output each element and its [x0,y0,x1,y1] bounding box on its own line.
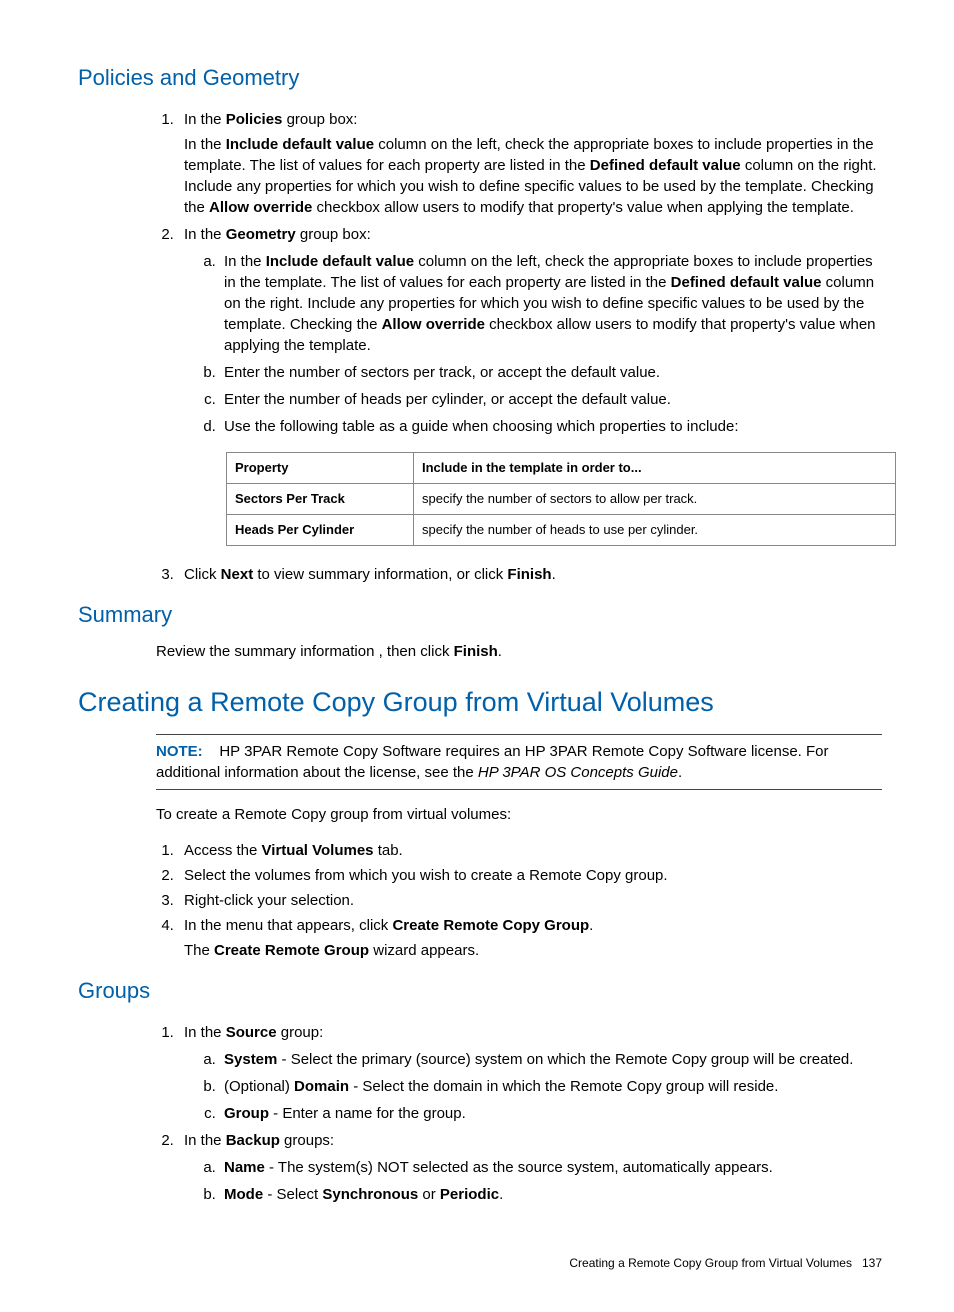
text: In the menu that appears, click [184,917,392,934]
bold: Name [224,1159,265,1176]
create-step-4: In the menu that appears, click Create R… [178,915,882,961]
step-1: In the Policies group box: In the Includ… [178,109,882,218]
step-3: Click Next to view summary information, … [178,564,882,585]
heading-policies-geometry: Policies and Geometry [78,63,882,94]
bold: Synchronous [322,1186,418,1203]
text: . [499,1186,503,1203]
text: groups: [280,1132,334,1149]
page-footer: Creating a Remote Copy Group from Virtua… [78,1255,882,1272]
bold: Source [226,1024,277,1041]
th-include: Include in the template in order to... [414,452,896,483]
text: to view summary information, or click [253,566,507,583]
text: Click [184,566,221,583]
heading-creating-rcg: Creating a Remote Copy Group from Virtua… [78,684,882,722]
groups-step-2: In the Backup groups: Name - The system(… [178,1130,882,1205]
text: . [678,764,682,781]
step-2d: Use the following table as a guide when … [220,416,882,437]
bold: Backup [226,1132,280,1149]
bold: Allow override [209,199,312,216]
heading-groups: Groups [78,976,882,1007]
text: In the [184,111,226,128]
text: . [552,566,556,583]
cell-desc: specify the number of heads to use per c… [414,515,896,546]
text: In the [184,1132,226,1149]
create-step-2: Select the volumes from which you wish t… [178,865,882,886]
groups-1a: System - Select the primary (source) sys… [220,1049,882,1070]
text: . [589,917,593,934]
th-property: Property [227,452,414,483]
bold: Defined default value [590,157,741,174]
bold: Include default value [226,136,374,153]
bold: Create Remote Copy Group [392,917,589,934]
step-2b: Enter the number of sectors per track, o… [220,362,882,383]
text: - Select [263,1186,322,1203]
groups-2a: Name - The system(s) NOT selected as the… [220,1157,882,1178]
text: - The system(s) NOT selected as the sour… [265,1159,773,1176]
groups-step-1: In the Source group: System - Select the… [178,1022,882,1124]
bold: Policies [226,111,283,128]
properties-table: Property Include in the template in orde… [226,452,896,547]
text: . [498,643,502,660]
groups-1b: (Optional) Domain - Select the domain in… [220,1076,882,1097]
note-label: NOTE: [156,743,203,760]
heading-summary: Summary [78,600,882,631]
page-number: 137 [862,1256,882,1270]
text: The [184,942,214,959]
text: In the [184,226,226,243]
text: group box: [296,226,371,243]
text: group: [277,1024,324,1041]
bold: Periodic [440,1186,499,1203]
text: (Optional) [224,1078,294,1095]
step-2a: In the Include default value column on t… [220,251,882,356]
step-2: In the Geometry group box: In the Includ… [178,224,882,437]
table-row: Heads Per Cylinder specify the number of… [227,515,896,546]
step-2c: Enter the number of heads per cylinder, … [220,389,882,410]
bold: Group [224,1105,269,1122]
cell-property: Sectors Per Track [235,491,345,506]
text: or [418,1186,440,1203]
bold: Geometry [226,226,296,243]
bold: Finish [507,566,551,583]
text: tab. [374,842,403,859]
bold: Virtual Volumes [262,842,374,859]
create-step-1: Access the Virtual Volumes tab. [178,840,882,861]
text: wizard appears. [369,942,479,959]
create-intro: To create a Remote Copy group from virtu… [156,804,882,825]
bold: Mode [224,1186,263,1203]
bold: Defined default value [671,274,822,291]
groups-2b: Mode - Select Synchronous or Periodic. [220,1184,882,1205]
bold: System [224,1051,277,1068]
footer-title: Creating a Remote Copy Group from Virtua… [569,1256,852,1270]
bold: Domain [294,1078,349,1095]
text: Access the [184,842,262,859]
summary-text: Review the summary information , then cl… [156,641,882,662]
text: In the [184,1024,226,1041]
bold: Allow override [382,316,485,333]
text: - Select the domain in which the Remote … [349,1078,778,1095]
text: In the [224,253,266,270]
text: group box: [282,111,357,128]
text: Review the summary information , then cl… [156,643,454,660]
bold: Create Remote Group [214,942,369,959]
bold: Next [221,566,254,583]
table-row: Sectors Per Track specify the number of … [227,483,896,514]
text: - Enter a name for the group. [269,1105,466,1122]
note-box: NOTE: HP 3PAR Remote Copy Software requi… [156,734,882,790]
text: checkbox allow users to modify that prop… [312,199,854,216]
bold: Include default value [266,253,414,270]
bold: Finish [454,643,498,660]
cell-property: Heads Per Cylinder [235,522,354,537]
note-italic: HP 3PAR OS Concepts Guide [478,764,678,781]
text: - Select the primary (source) system on … [277,1051,853,1068]
text: In the [184,136,226,153]
create-step-3: Right-click your selection. [178,890,882,911]
cell-desc: specify the number of sectors to allow p… [414,483,896,514]
groups-1c: Group - Enter a name for the group. [220,1103,882,1124]
